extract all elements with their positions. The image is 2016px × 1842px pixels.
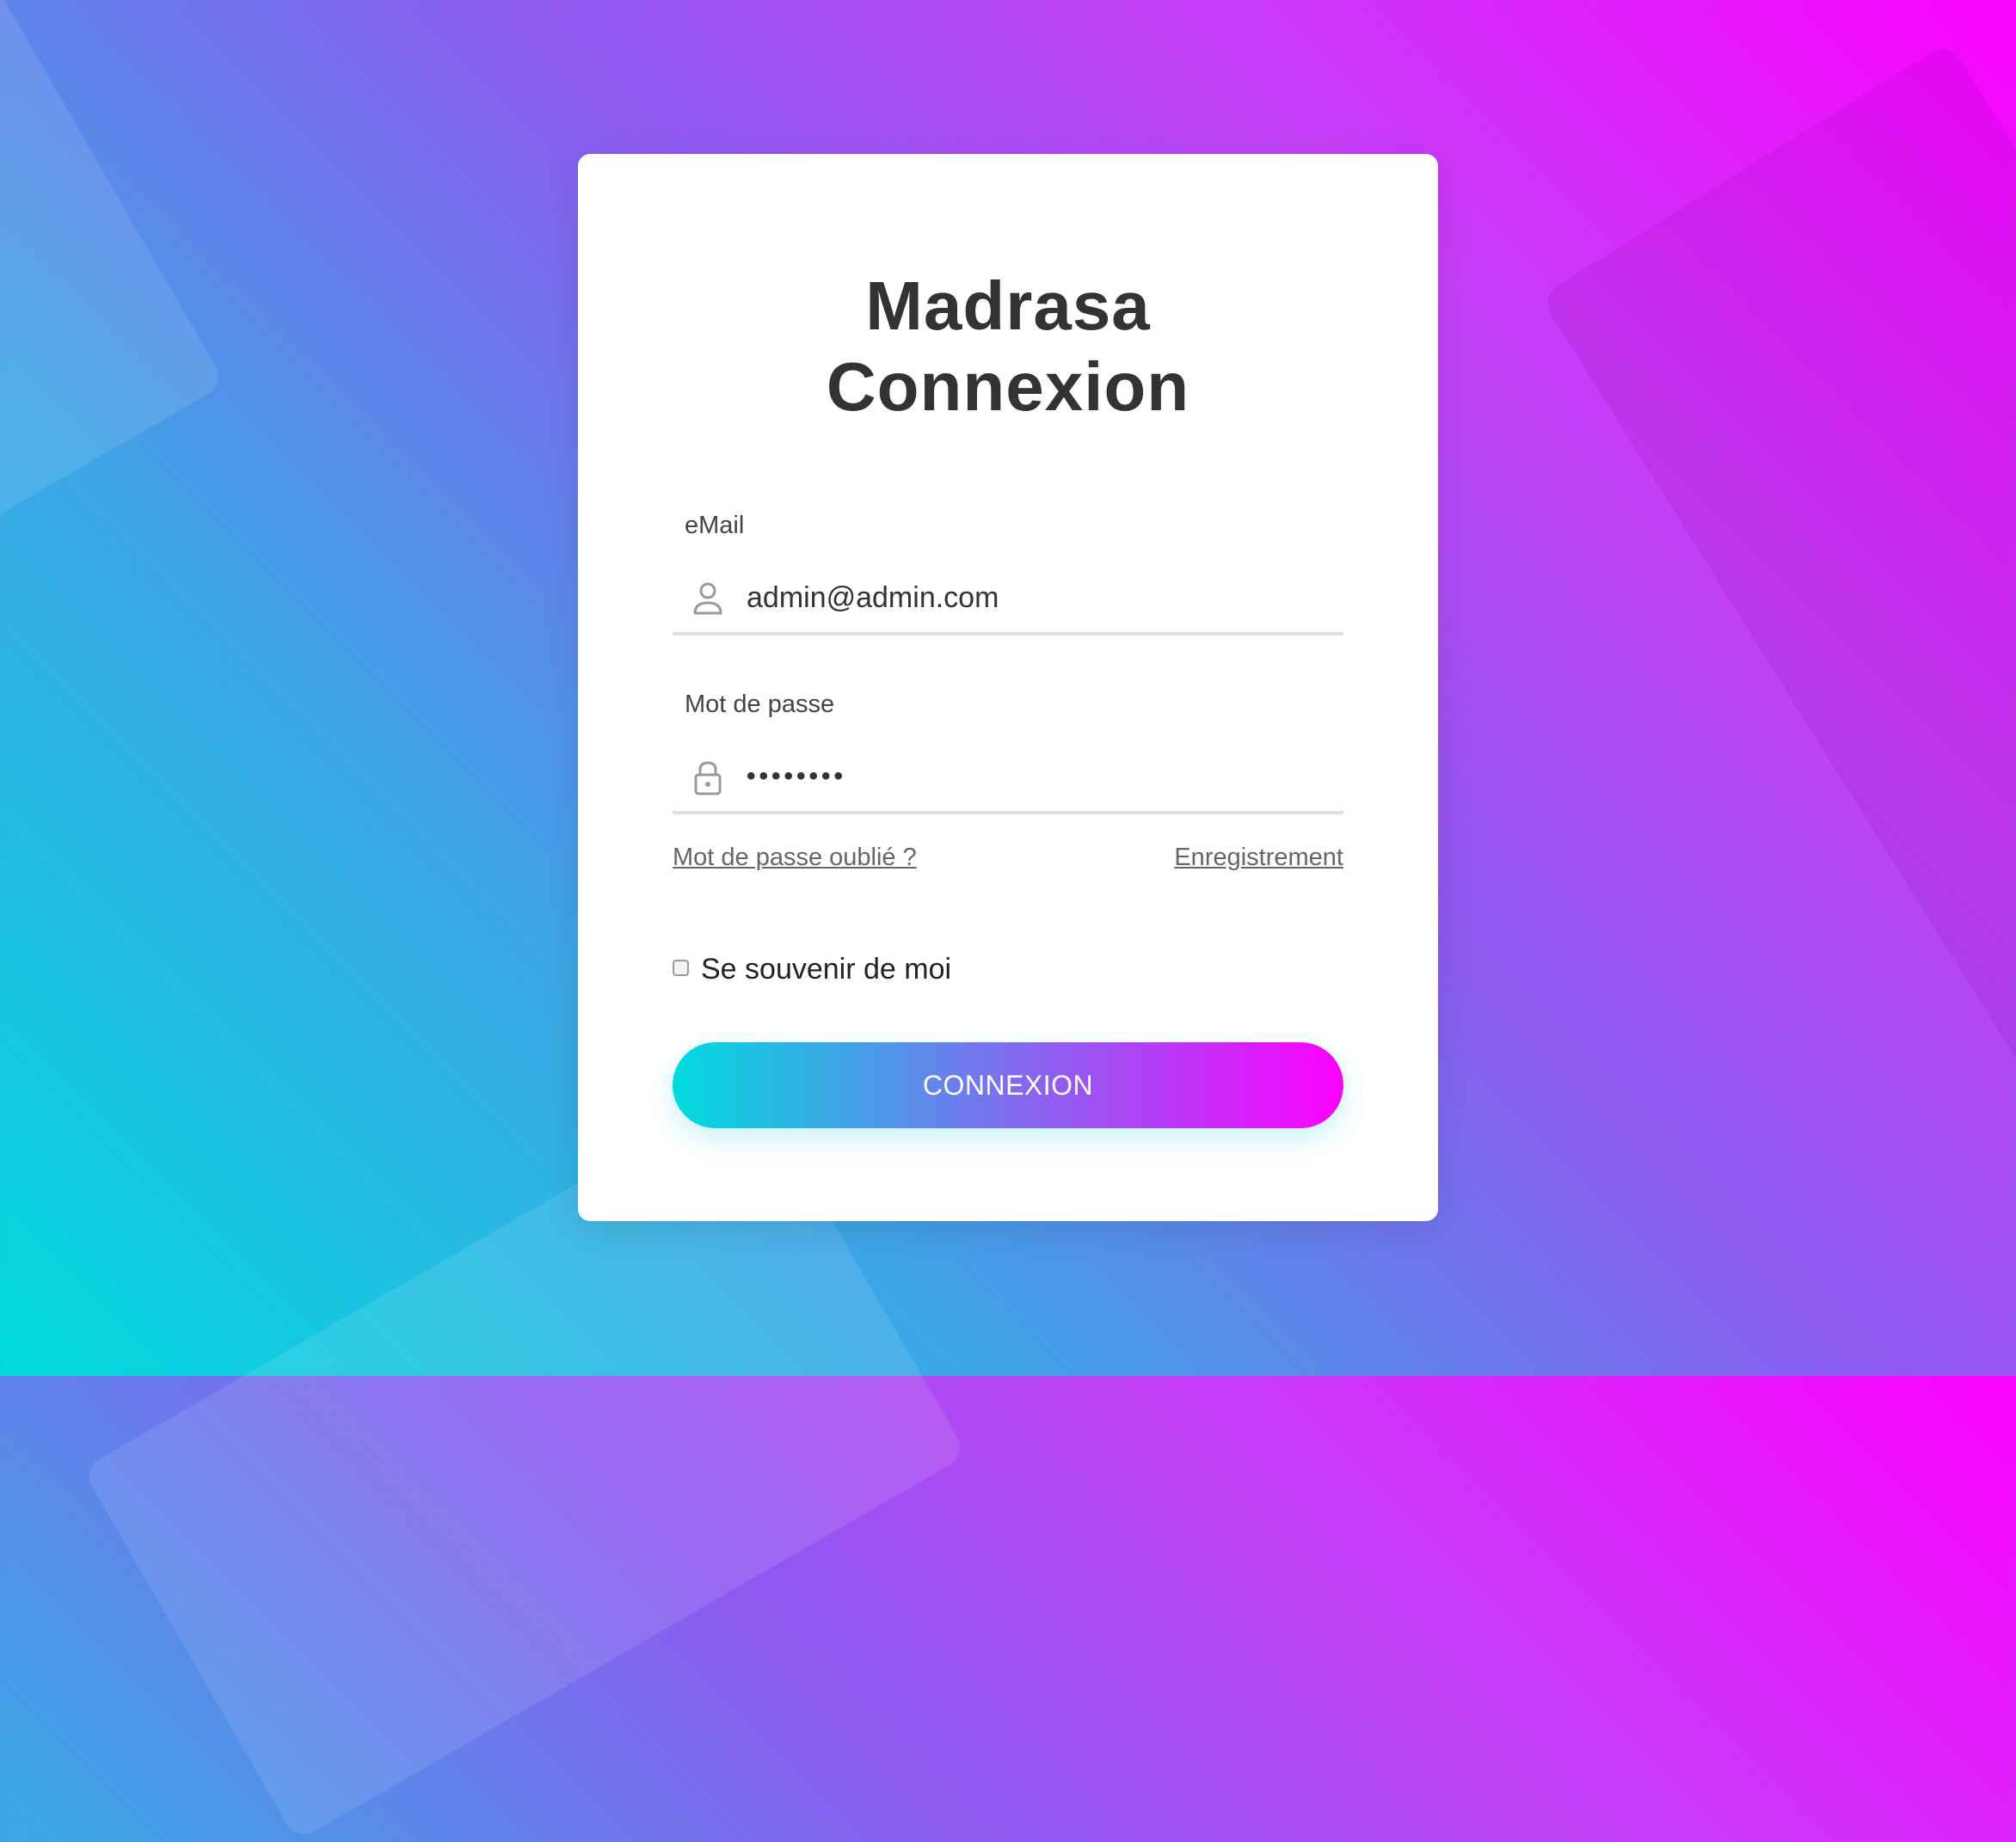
lock-icon [694,761,722,795]
register-link[interactable]: Enregistrement [1174,844,1343,872]
login-button-label: CONNEXION [922,1069,1094,1101]
email-field-row [673,563,1343,635]
forgot-password-link[interactable]: Mot de passe oublié ? [673,844,917,872]
background-shape-right [1540,41,2016,1128]
remember-me: Se souvenir de moi [673,950,951,988]
email-input[interactable] [747,570,1331,625]
login-card: Madrasa Connexion eMail Mot de passe Mot… [578,154,1438,1221]
page-title: Madrasa Connexion [578,266,1438,427]
title-line-2: Connexion [826,348,1190,425]
auth-links: Mot de passe oublié ? Enregistrement [673,844,1343,878]
password-label: Mot de passe [685,691,835,718]
password-field-row [673,742,1343,814]
password-input[interactable] [747,749,1331,804]
user-icon [693,582,722,615]
email-label: eMail [685,512,745,539]
remember-me-checkbox[interactable] [673,959,689,976]
title-line-1: Madrasa [865,267,1151,344]
remember-me-label: Se souvenir de moi [701,952,952,985]
background-shape-top-left [0,0,226,625]
login-button[interactable]: CONNEXION [673,1042,1343,1128]
